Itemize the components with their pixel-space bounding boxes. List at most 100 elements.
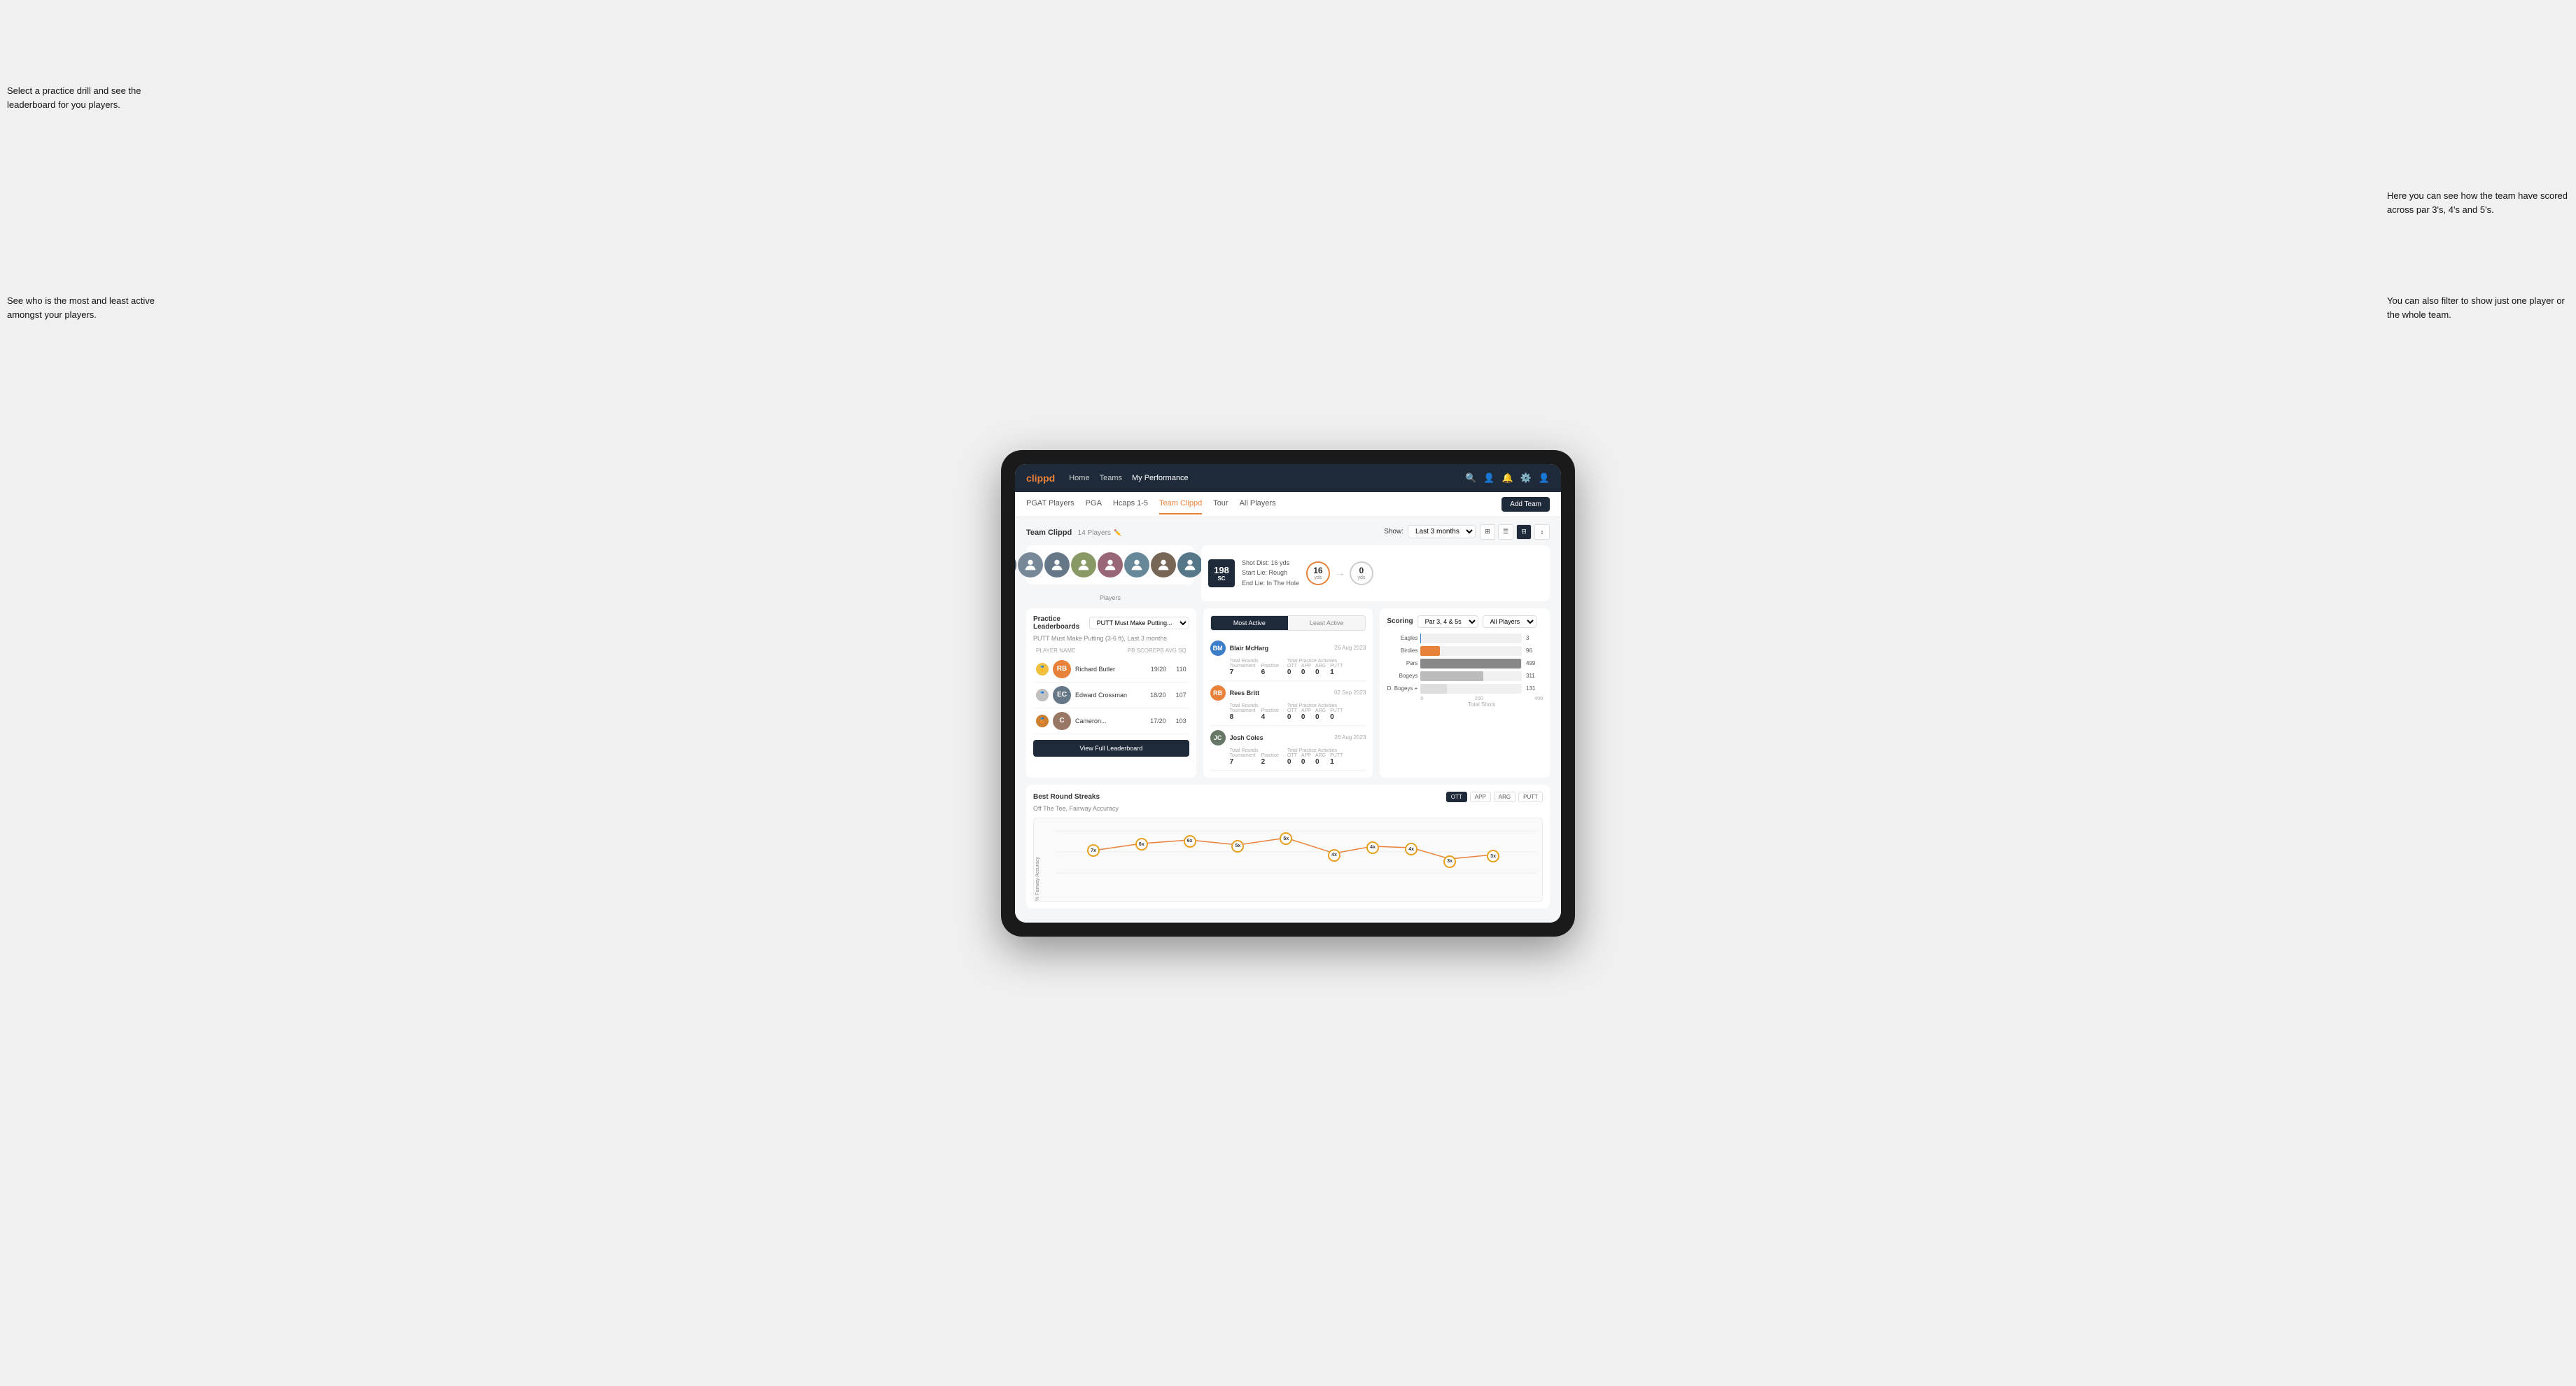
shot-badge-sub: SC — [1212, 575, 1231, 582]
practice-label: Practice — [1261, 664, 1279, 668]
bell-icon[interactable]: 🔔 — [1502, 472, 1513, 484]
player-avatar-7[interactable] — [1151, 552, 1176, 578]
tab-least-active[interactable]: Least Active — [1288, 616, 1365, 630]
pa-name-2: Rees Britt — [1230, 690, 1330, 696]
tab-team-clippd[interactable]: Team Clippd — [1159, 493, 1202, 514]
nav-home[interactable]: Home — [1069, 471, 1089, 485]
activity-tabs: Most Active Least Active — [1210, 615, 1366, 631]
scoring-bar-fill-dbogeys — [1420, 684, 1447, 694]
player-avatar-lb-1: RB — [1053, 660, 1071, 678]
view-full-leaderboard-button[interactable]: View Full Leaderboard — [1033, 740, 1189, 757]
annotation-bottom-right: You can also filter to show just one pla… — [2387, 294, 2569, 321]
tab-pga[interactable]: PGA — [1086, 493, 1102, 514]
pa-avatar-2: RB — [1210, 685, 1226, 701]
scoring-bar-outer-birdies — [1420, 646, 1522, 656]
player-avatar-lb-3: C — [1053, 712, 1071, 730]
scoring-x-label: Total Shots — [1387, 701, 1543, 708]
sort-icon[interactable]: ↕ — [1534, 524, 1550, 540]
scoring-label-birdies: Birdies — [1387, 648, 1418, 654]
putt-val-1: 1 — [1330, 668, 1343, 676]
leaderboard-header: Practice Leaderboards PUTT Must Make Put… — [1033, 615, 1189, 631]
pa-date-2: 02 Sep 2023 — [1334, 690, 1366, 696]
players-shot-col: Players — [1026, 545, 1194, 601]
tab-tour[interactable]: Tour — [1213, 493, 1228, 514]
player-score-3: 17/20 — [1150, 718, 1166, 724]
scoring-val-eagles: 3 — [1526, 635, 1543, 641]
player-avatar-3[interactable] — [1044, 552, 1070, 578]
streak-dot-circle-3: 6x — [1184, 835, 1196, 848]
leaderboard-title: Practice Leaderboards — [1033, 615, 1089, 631]
leaderboard-subtitle: PUTT Must Make Putting (3-6 ft), Last 3 … — [1033, 635, 1189, 642]
sub-nav-items: PGAT Players PGA Hcaps 1-5 Team Clippd T… — [1026, 493, 1502, 514]
scoring-val-birdies: 96 — [1526, 648, 1543, 654]
pa-avatar-1: BM — [1210, 640, 1226, 656]
grid-view-icon[interactable]: ⊞ — [1480, 524, 1495, 540]
nav-teams[interactable]: Teams — [1100, 471, 1122, 485]
scoring-bar-fill-pars — [1420, 659, 1520, 668]
filter-ott-button[interactable]: OTT — [1446, 792, 1467, 802]
add-team-button[interactable]: Add Team — [1502, 497, 1550, 512]
player-avatar-2[interactable] — [1018, 552, 1043, 578]
player-avatar-8[interactable] — [1177, 552, 1203, 578]
card-view-icon[interactable]: ⊟ — [1516, 524, 1532, 540]
player-activity-item-1: BM Blair McHarg 26 Aug 2023 Total Rounds… — [1210, 636, 1366, 681]
tab-pgat-players[interactable]: PGAT Players — [1026, 493, 1074, 514]
player-avg-3: 103 — [1176, 718, 1186, 724]
streak-dot-circle-1: 7x — [1087, 844, 1100, 857]
streak-dots-container: 7x 6x 6x 5x 5x — [1055, 824, 1536, 887]
streaks-title: Best Round Streaks — [1033, 793, 1100, 801]
app-logo: clippd — [1026, 472, 1055, 484]
pa-name-3: Josh Coles — [1230, 734, 1331, 741]
player-avatar-4[interactable] — [1071, 552, 1096, 578]
tab-most-active[interactable]: Most Active — [1211, 616, 1288, 630]
person-icon[interactable]: 👤 — [1483, 472, 1494, 484]
two-col-top: Players 198 SC Shot Dist: 16 yds Start L… — [1026, 545, 1550, 601]
streak-dot-3: 6x — [1184, 835, 1196, 848]
rank-badge-2: 🥈 — [1036, 689, 1049, 701]
scoring-par-filter[interactable]: Par 3, 4 & 5s — [1418, 615, 1478, 628]
player-avatar-6[interactable] — [1124, 552, 1149, 578]
filter-putt-button[interactable]: PUTT — [1518, 792, 1543, 802]
main-content: Team Clippd 14 Players ✏️ Show: Last 3 m… — [1015, 517, 1561, 923]
shot-info-card: 198 SC Shot Dist: 16 yds Start Lie: Roug… — [1201, 545, 1550, 601]
scoring-player-filter[interactable]: All Players — [1483, 615, 1536, 628]
streak-dot-circle-5: 5x — [1280, 832, 1292, 845]
shot-circle-start-label: yds — [1314, 575, 1322, 580]
tab-hcaps[interactable]: Hcaps 1-5 — [1113, 493, 1148, 514]
scoring-bar-fill-birdies — [1420, 646, 1439, 656]
edit-team-icon[interactable]: ✏️ — [1114, 529, 1121, 536]
shot-badge-value: 198 — [1214, 565, 1229, 575]
player-avatar-5[interactable] — [1098, 552, 1123, 578]
scoring-bar-outer-pars — [1420, 659, 1522, 668]
annotation-top-right: Here you can see how the team have score… — [2387, 189, 2569, 216]
col-pb-score: PB SCORE — [1128, 648, 1156, 654]
x-axis-0: 0 — [1420, 696, 1423, 701]
streaks-header: Best Round Streaks OTT APP ARG PUTT — [1033, 792, 1543, 802]
filter-app-button[interactable]: APP — [1470, 792, 1491, 802]
scoring-label-dbogeys: D. Bogeys + — [1387, 685, 1418, 692]
player-name-2: Edward Crossman — [1075, 692, 1146, 699]
total-rounds-label: Total Rounds — [1230, 659, 1279, 664]
tab-all-players[interactable]: All Players — [1240, 493, 1276, 514]
nav-my-performance[interactable]: My Performance — [1132, 471, 1189, 485]
arg-val-1: 0 — [1315, 668, 1326, 676]
leaderboard-row: 🥈 EC Edward Crossman 18/20 107 — [1033, 682, 1189, 708]
pa-stats-1: Total Rounds Tournament 7 Practice 6 — [1210, 659, 1366, 676]
avatar-icon[interactable]: 👤 — [1539, 472, 1550, 484]
player-activity-header-3: JC Josh Coles 26 Aug 2023 — [1210, 730, 1366, 746]
rank-badge-3: 🥉 — [1036, 715, 1049, 727]
leaderboard-card: Practice Leaderboards PUTT Must Make Put… — [1026, 608, 1196, 778]
list-view-icon[interactable]: ☰ — [1498, 524, 1513, 540]
settings-icon[interactable]: ⚙️ — [1520, 472, 1532, 484]
leaderboard-filter-select[interactable]: PUTT Must Make Putting... — [1089, 617, 1189, 629]
scoring-x-axis: 0 200 400 — [1387, 696, 1543, 701]
player-avatar-1[interactable] — [1015, 552, 1016, 578]
streak-dot-circle-6: 4x — [1328, 849, 1340, 862]
scoring-bar-outer-bogeys — [1420, 671, 1522, 681]
filter-arg-button[interactable]: ARG — [1494, 792, 1516, 802]
players-section — [1026, 545, 1194, 584]
shot-circles: 16 yds → 0 yds — [1306, 561, 1373, 585]
scoring-bars: Eagles 3 Birdies 96 — [1387, 634, 1543, 694]
search-icon[interactable]: 🔍 — [1465, 472, 1476, 484]
show-period-select[interactable]: Last 3 months Last 6 months Last year — [1408, 525, 1476, 538]
